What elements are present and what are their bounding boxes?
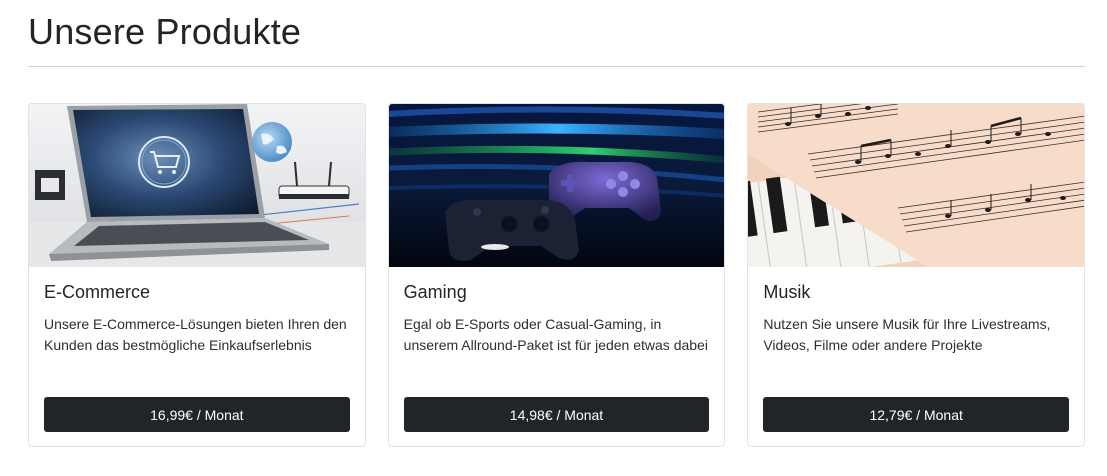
piano-sheet-music-image bbox=[748, 104, 1085, 267]
price-button-gaming[interactable]: 14,98€ / Monat bbox=[403, 397, 710, 432]
product-card-ecommerce: E-Commerce Unsere E-Commerce-Lösungen bi… bbox=[28, 103, 366, 447]
card-body: E-Commerce Unsere E-Commerce-Lösungen bi… bbox=[44, 280, 350, 356]
products-page: Unsere Produkte E-Commerce Unsere E-Comm… bbox=[0, 0, 1107, 476]
product-description: Unsere E-Commerce-Lösungen bieten Ihren … bbox=[44, 316, 347, 353]
product-card-list: E-Commerce Unsere E-Commerce-Lösungen bi… bbox=[28, 103, 1086, 447]
product-name: Gaming bbox=[403, 282, 467, 302]
card-body: Gaming Egal ob E-Sports oder Casual-Gami… bbox=[404, 280, 710, 356]
price-button-musik[interactable]: 12,79€ / Monat bbox=[763, 397, 1070, 432]
product-name: E-Commerce bbox=[44, 282, 151, 302]
card-body: Musik Nutzen Sie unsere Musik für Ihre L… bbox=[763, 280, 1069, 356]
product-card-gaming: Gaming Egal ob E-Sports oder Casual-Gami… bbox=[387, 103, 726, 447]
product-name: Musik bbox=[763, 282, 811, 302]
product-description: Egal ob E-Sports oder Casual-Gaming, in … bbox=[403, 316, 708, 353]
product-card-musik: Musik Nutzen Sie unsere Musik für Ihre L… bbox=[747, 103, 1086, 447]
product-description: Nutzen Sie unsere Musik für Ihre Livestr… bbox=[763, 316, 1051, 353]
title-divider bbox=[28, 66, 1085, 67]
laptop-shopping-cart-image bbox=[29, 104, 365, 267]
game-controllers-image bbox=[388, 104, 725, 267]
price-button-ecommerce[interactable]: 16,99€ / Monat bbox=[44, 397, 350, 432]
page-title: Unsere Produkte bbox=[28, 11, 302, 52]
